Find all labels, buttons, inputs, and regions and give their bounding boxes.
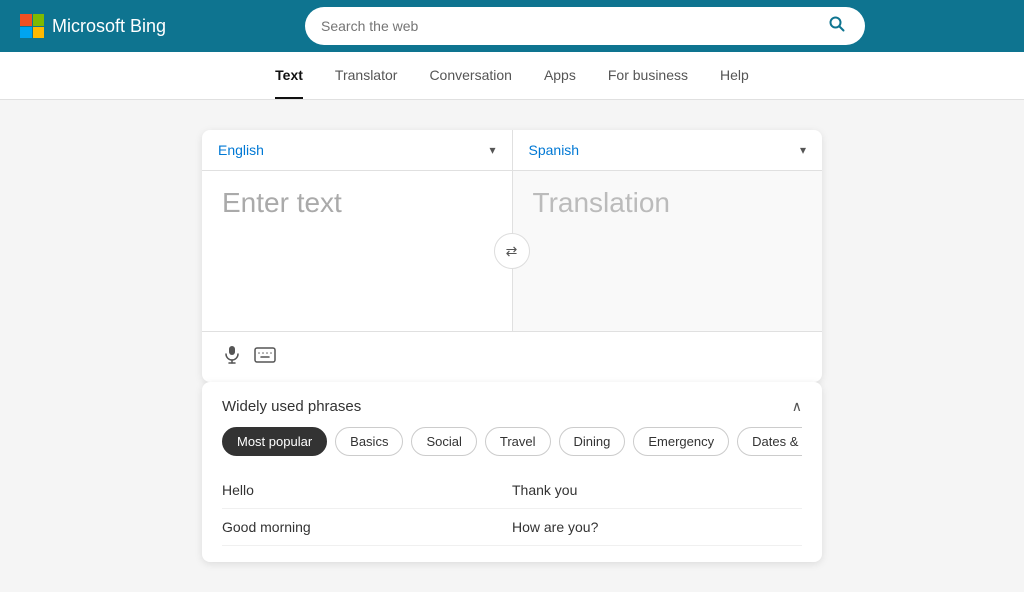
header: Microsoft Bing — [0, 0, 1024, 52]
phrase-how-are-you[interactable]: How are you? — [512, 509, 802, 546]
nav-tabs: Text Translator Conversation Apps For bu… — [0, 52, 1024, 100]
tab-help[interactable]: Help — [720, 53, 749, 99]
phrase-hello[interactable]: Hello — [222, 472, 512, 509]
logo-text: Microsoft Bing — [52, 16, 166, 37]
logo-green — [33, 14, 45, 26]
target-lang-panel[interactable]: Spanish ▾ — [513, 130, 823, 170]
input-controls — [202, 331, 822, 382]
phrases-section: Widely used phrases ∧ Most popular Basic… — [202, 382, 822, 562]
logo-red — [20, 14, 32, 26]
tab-translator[interactable]: Translator — [335, 53, 398, 99]
source-lang-label: English — [218, 142, 264, 158]
tab-conversation[interactable]: Conversation — [429, 53, 512, 99]
phrase-tag-most-popular[interactable]: Most popular — [222, 427, 327, 456]
swap-button[interactable]: ⇄ — [494, 233, 530, 269]
phrase-tag-social[interactable]: Social — [411, 427, 476, 456]
source-lang-panel[interactable]: English ▾ — [202, 130, 513, 170]
keyboard-icon[interactable] — [254, 346, 276, 369]
collapse-icon[interactable]: ∧ — [792, 398, 802, 415]
swap-button-wrap: ⇄ — [494, 233, 530, 269]
tab-text[interactable]: Text — [275, 53, 303, 99]
phrase-list: Hello Thank you Good morning How are you… — [222, 472, 802, 546]
translation-area: Enter text ⇄ Translation — [202, 171, 822, 331]
logo-yellow — [33, 27, 45, 39]
phrase-good-morning[interactable]: Good morning — [222, 509, 512, 546]
search-input[interactable] — [321, 18, 825, 34]
main-content: English ▾ Spanish ▾ Enter text ⇄ Transla… — [0, 100, 1024, 592]
source-lang-dropdown-icon: ▾ — [489, 143, 495, 157]
search-button[interactable] — [825, 12, 849, 41]
phrase-tag-emergency[interactable]: Emergency — [633, 427, 729, 456]
search-bar-container — [166, 7, 1004, 45]
target-lang-label: Spanish — [529, 142, 580, 158]
output-panel: Translation — [513, 171, 823, 331]
logo: Microsoft Bing — [20, 14, 166, 38]
logo-blue — [20, 27, 32, 39]
output-placeholder: Translation — [533, 187, 670, 218]
translator-widget: English ▾ Spanish ▾ Enter text ⇄ Transla… — [202, 130, 822, 382]
phrase-tag-dates-numbers[interactable]: Dates & num — [737, 427, 802, 456]
phrases-header: Widely used phrases ∧ — [222, 382, 802, 427]
language-selectors: English ▾ Spanish ▾ — [202, 130, 822, 171]
phrase-tag-dining[interactable]: Dining — [559, 427, 626, 456]
phrase-tag-travel[interactable]: Travel — [485, 427, 551, 456]
search-bar — [305, 7, 865, 45]
bing-logo-icon — [20, 14, 44, 38]
target-lang-dropdown-icon: ▾ — [800, 143, 806, 157]
swap-icon: ⇄ — [506, 243, 518, 260]
phrase-tags: Most popular Basics Social Travel Dining… — [222, 427, 802, 456]
input-panel: Enter text ⇄ — [202, 171, 513, 331]
microphone-icon[interactable] — [222, 344, 242, 370]
phrase-thank-you[interactable]: Thank you — [512, 472, 802, 509]
input-placeholder[interactable]: Enter text — [222, 187, 342, 218]
phrase-tag-basics[interactable]: Basics — [335, 427, 403, 456]
tab-apps[interactable]: Apps — [544, 53, 576, 99]
search-icon — [829, 16, 845, 32]
phrases-title: Widely used phrases — [222, 398, 361, 415]
tab-for-business[interactable]: For business — [608, 53, 688, 99]
